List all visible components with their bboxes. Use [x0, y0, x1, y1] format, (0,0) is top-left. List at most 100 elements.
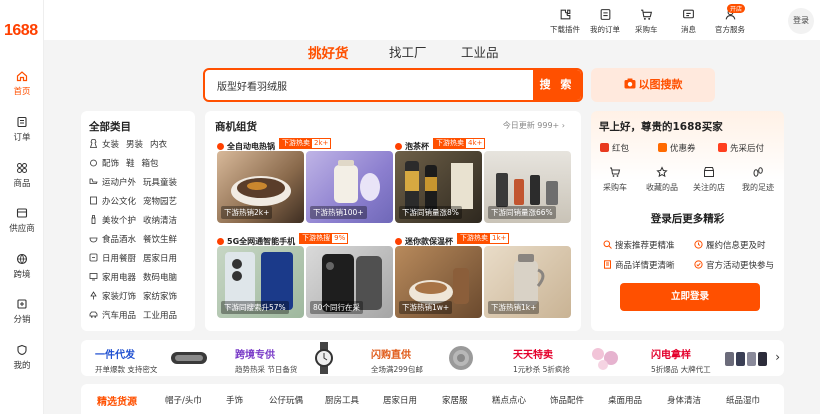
goods-icon — [17, 163, 27, 173]
topbar-download-plugin[interactable]: 下载插件 — [550, 8, 580, 35]
category-row[interactable]: 家装灯饰 家纺家饰 — [89, 290, 177, 302]
search-input[interactable]: 版型好看羽绒服 — [217, 78, 287, 93]
category-item[interactable]: 工业用品 — [143, 311, 177, 321]
sidebar-item-home[interactable]: 首页 — [0, 70, 44, 97]
category-item[interactable]: 日用餐厨 — [102, 254, 136, 264]
product-photo[interactable]: 下游同销量涨66% — [484, 151, 571, 223]
image-search-button[interactable]: 以图搜款 — [591, 68, 715, 102]
service-daily-sale[interactable]: 天天特卖 1元秒杀 5折疯抢 — [513, 346, 570, 375]
product-photo[interactable]: 80个同行在采 — [306, 246, 393, 318]
sidebar-item-distribution[interactable]: 分销 — [0, 298, 44, 325]
category-row[interactable]: 女装 男装 内衣 — [89, 138, 167, 150]
logo[interactable]: 1688 — [4, 22, 38, 40]
business-card[interactable]: 全自动电热锅 下游热卖 2k+ 下游热销2k+ 下游热销100+ — [217, 138, 393, 228]
nav-category[interactable]: 手饰 — [226, 394, 243, 406]
topbar-label: 消息 — [681, 25, 696, 34]
category-item[interactable]: 配饰 — [102, 159, 119, 169]
category-item[interactable]: 玩具童装 — [143, 178, 177, 188]
category-item[interactable]: 家用电器 — [102, 273, 136, 283]
business-title: 商机组货 — [215, 121, 257, 133]
quick-favorites[interactable]: 收藏的品 — [640, 166, 684, 193]
product-photo[interactable]: 下游热销2k+ — [217, 151, 304, 223]
topbar-cart[interactable]: 采购车 — [635, 8, 658, 35]
category-row[interactable]: 日用餐厨 居家日用 — [89, 252, 177, 264]
category-item[interactable]: 内衣 — [150, 140, 167, 150]
perk-buy-now-pay-later[interactable]: 先采后付 — [718, 142, 764, 154]
updated-link[interactable]: 今日更新 999+ › — [503, 120, 565, 131]
nav-category[interactable]: 居家日用 — [383, 394, 417, 406]
quick-followed-stores[interactable]: 关注的店 — [687, 166, 731, 193]
nav-category[interactable]: 帽子/头巾 — [165, 394, 202, 406]
sidebar-item-supplier[interactable]: 供应商 — [0, 207, 44, 234]
quick-footprints[interactable]: 我的足迹 — [736, 166, 780, 193]
topbar-official-service[interactable]: 开店 官方服务 — [715, 4, 746, 35]
product-photo[interactable]: 下游热销100+ — [306, 151, 393, 223]
category-item[interactable]: 男装 — [126, 140, 143, 150]
category-item[interactable]: 女装 — [102, 140, 119, 150]
category-item[interactable]: 鞋 — [126, 159, 135, 169]
category-row[interactable]: 美妆个护 收纳清洁 — [89, 214, 177, 226]
fire-icon — [217, 143, 224, 150]
category-row[interactable]: 配饰鞋箱包 — [89, 157, 159, 169]
category-item[interactable]: 宠物园艺 — [143, 197, 177, 207]
category-item[interactable]: 居家日用 — [143, 254, 177, 264]
tab-pick-goods[interactable]: 挑好货 — [308, 42, 349, 62]
nav-category[interactable]: 公仔玩偶 — [269, 394, 303, 406]
sidebar-item-my[interactable]: 我的 — [0, 344, 44, 371]
card-header: 全自动电热锅 下游热卖 2k+ — [217, 138, 332, 151]
nav-category[interactable]: 饰品配件 — [550, 394, 584, 406]
sidebar-item-cross-border[interactable]: 跨境 — [0, 253, 44, 280]
nav-category[interactable]: 身体清洁 — [667, 394, 701, 406]
category-row[interactable]: 运动户外 玩具童装 — [89, 176, 177, 188]
clock-icon — [694, 240, 703, 249]
chevron-right-icon[interactable]: › — [775, 350, 780, 364]
topbar-messages[interactable]: 消息 — [681, 8, 696, 35]
category-row[interactable]: 办公文化 宠物园艺 — [89, 195, 177, 207]
login-button[interactable]: 登录 — [788, 8, 814, 34]
category-row[interactable]: 汽车用品 工业用品 — [89, 309, 177, 321]
topbar-my-orders[interactable]: 我的订单 — [590, 8, 620, 35]
category-item[interactable]: 运动户外 — [102, 178, 136, 188]
service-dropship[interactable]: 一件代发 开单爆款 支持密文 — [95, 346, 157, 375]
category-item[interactable]: 餐饮生鲜 — [143, 235, 177, 245]
category-row[interactable]: 食品酒水 餐饮生鲜 — [89, 233, 177, 245]
category-item[interactable]: 箱包 — [142, 159, 159, 169]
nav-category[interactable]: 厨房工具 — [325, 394, 359, 406]
nav-featured-sources[interactable]: 精选货源 — [97, 393, 137, 408]
tab-find-factory[interactable]: 找工厂 — [389, 42, 427, 61]
nav-category[interactable]: 纸品湿巾 — [726, 394, 760, 406]
category-item[interactable]: 办公文化 — [102, 197, 136, 207]
quick-cart[interactable]: 采购车 — [593, 166, 637, 193]
category-row[interactable]: 家用电器 数码电脑 — [89, 271, 177, 283]
image-search-label: 以图搜款 — [638, 78, 683, 91]
perk-red-packet[interactable]: 红包 — [600, 142, 629, 154]
nav-category[interactable]: 桌面用品 — [608, 394, 642, 406]
search-button[interactable]: 搜 索 — [533, 70, 581, 100]
sidebar-item-goods[interactable]: 商品 — [0, 162, 44, 189]
product-photo[interactable]: 下游热销1k+ — [484, 246, 571, 318]
category-item[interactable]: 家装灯饰 — [102, 292, 136, 302]
nav-category[interactable]: 家居服 — [442, 394, 468, 406]
product-photo[interactable]: 下游同搜索升57% — [217, 246, 304, 318]
service-cross-border[interactable]: 跨境专供 趋势热采 节日备货 — [235, 346, 297, 375]
business-card[interactable]: 5G全网通智能手机 下游热搜 9% 下游同搜索升57% 80个同行在采 — [217, 233, 393, 323]
tag-count: 2k+ — [314, 139, 329, 147]
sidebar-item-orders[interactable]: 订单 — [0, 116, 44, 143]
perk-coupon[interactable]: 优惠券 — [658, 142, 696, 154]
category-item[interactable]: 美妆个护 — [102, 216, 136, 226]
category-item[interactable]: 家纺家饰 — [143, 292, 177, 302]
business-card[interactable]: 泡茶杯 下游热卖 4k+ 下游同销量涨8% 下游同销量涨66% — [395, 138, 571, 228]
product-photo[interactable]: 下游热销1w+ — [395, 246, 482, 318]
tab-industrial[interactable]: 工业品 — [461, 42, 499, 61]
beauty-icon — [91, 215, 96, 224]
service-flash-sample[interactable]: 闪电拿样 5折爆品 大牌代工 — [651, 346, 711, 375]
business-card[interactable]: 迷你款保温杯 下游热卖 1k+ 下游热销1w+ 下游热销1k+ — [395, 233, 571, 323]
product-photo[interactable]: 下游同销量涨8% — [395, 151, 482, 223]
category-item[interactable]: 食品酒水 — [102, 235, 136, 245]
category-item[interactable]: 数码电脑 — [143, 273, 177, 283]
category-item[interactable]: 收纳清洁 — [143, 216, 177, 226]
service-flash-purchase[interactable]: 闪购直供 全场满299包邮 — [371, 346, 423, 375]
login-now-button[interactable]: 立即登录 — [620, 283, 760, 311]
category-item[interactable]: 汽车用品 — [102, 311, 136, 321]
nav-category[interactable]: 糕点点心 — [492, 394, 526, 406]
